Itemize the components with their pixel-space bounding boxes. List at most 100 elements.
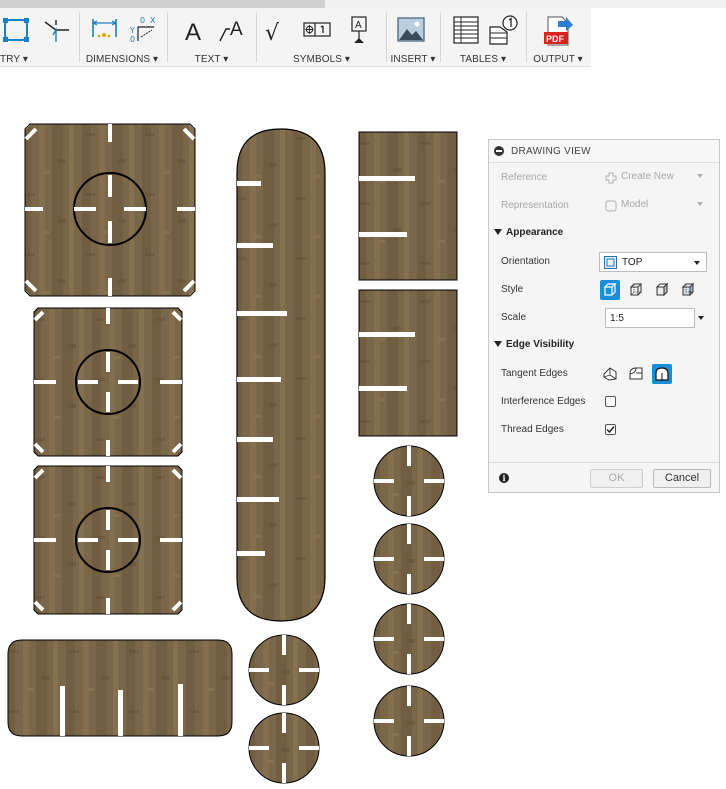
thread-edges-checkbox[interactable] [605, 424, 616, 435]
text-glyph: A [185, 19, 201, 45]
geometry-icons [0, 13, 79, 51]
scale-input[interactable]: 1:5 [605, 308, 695, 328]
representation-value: Model [621, 199, 649, 210]
interference-edges-checkbox[interactable] [605, 396, 616, 407]
square-panel [33, 307, 183, 457]
table-icon[interactable] [451, 15, 481, 45]
panel-title: DRAWING VIEW [511, 146, 591, 157]
tangent-full-length-icon[interactable] [626, 364, 646, 384]
text-icons: A A [170, 13, 253, 51]
representation-dropdown: Model [603, 192, 713, 220]
toolbar-group-geometry[interactable]: TRY ▾ [0, 8, 79, 67]
toolbar-separator [167, 12, 168, 62]
info-icon[interactable]: i [499, 473, 509, 483]
dimension-icon[interactable] [90, 15, 120, 45]
reference-row: Reference Create New [489, 164, 719, 192]
toolbar-group-text[interactable]: A A TEXT ▾ [170, 8, 253, 67]
output-icons: PDF [528, 13, 588, 51]
orientation-label: Orientation [501, 256, 550, 267]
surface-texture-icon[interactable]: √ [259, 15, 289, 46]
text-icon[interactable]: A [180, 15, 210, 46]
leader-text-icon[interactable]: A [216, 15, 246, 45]
interference-edges-row: Interference Edges [489, 388, 719, 416]
toolbar-group-insert[interactable]: INSERT ▾ [389, 8, 437, 67]
ok-button[interactable]: OK [590, 469, 643, 488]
chevron-down-icon [694, 261, 700, 265]
round-disc [373, 685, 445, 757]
round-disc [248, 634, 320, 706]
cancel-button[interactable]: Cancel [653, 469, 711, 488]
toolbar-group-dimensions[interactable]: 0 X Y 0 DIMENSIONS ▾ [82, 8, 162, 67]
group-label-insert: INSERT ▾ [390, 54, 436, 65]
plus-icon [605, 172, 617, 184]
title-strip [325, 0, 726, 8]
orientation-select[interactable]: TOP [599, 252, 707, 272]
pdf-output-icon[interactable]: PDF [542, 15, 573, 46]
balloon-icon[interactable] [487, 15, 518, 45]
insert-icons [389, 13, 437, 51]
toolbar-group-symbols[interactable]: √ A SYMBOLS ▾ [259, 8, 384, 67]
edge-visibility-title-text: Edge Visibility [506, 339, 575, 350]
datum-identifier-icon[interactable]: A [344, 15, 374, 45]
representation-row: Representation Model [489, 192, 719, 220]
expand-triangle-icon [494, 341, 502, 347]
rect-slotted-board [358, 131, 458, 281]
geometry-nodes-icon[interactable] [2, 15, 32, 45]
thread-edges-label: Thread Edges [501, 424, 564, 435]
leader-line-icon[interactable] [42, 15, 72, 45]
table-icons [443, 13, 523, 51]
toolbar-group-output[interactable]: PDF OUTPUT ▾ [528, 8, 588, 67]
toolbar-group-tables[interactable]: TABLES ▾ [443, 8, 523, 67]
drawing-view-panel: DRAWING VIEW Reference Create New Repres… [488, 139, 720, 493]
tangent-edges-row: Tangent Edges [489, 360, 719, 388]
symbol-icons: √ A [259, 13, 384, 51]
scale-row: Scale 1:5 [489, 304, 719, 332]
round-disc [373, 445, 445, 517]
group-label-tables: TABLES ▾ [459, 54, 507, 65]
representation-label: Representation [501, 200, 569, 211]
tab-strip [0, 0, 325, 8]
group-label-symbols: SYMBOLS ▾ [292, 54, 351, 65]
orientation-row: Orientation TOP [489, 248, 719, 276]
visible-hidden-edges-icon[interactable] [626, 280, 646, 300]
scale-dropdown-chevron-icon[interactable] [698, 316, 704, 320]
round-disc [373, 603, 445, 675]
reference-label: Reference [501, 172, 548, 183]
chevron-down-icon [697, 174, 703, 178]
leader-text-glyph: A [230, 19, 243, 40]
orientation-value: TOP [622, 257, 643, 268]
chevron-down-icon [697, 202, 703, 206]
tangent-off-icon[interactable] [600, 364, 620, 384]
slotted-board [7, 639, 233, 737]
tangent-shortened-icon[interactable] [652, 364, 672, 384]
pdf-badge: PDF [546, 34, 565, 44]
reference-value: Create New [621, 171, 674, 182]
round-disc [248, 712, 320, 784]
edge-visibility-title: Edge Visibility [494, 339, 574, 350]
feature-control-frame-icon[interactable] [301, 15, 331, 45]
interference-edges-label: Interference Edges [501, 396, 586, 407]
style-label: Style [501, 284, 524, 295]
collapse-icon[interactable] [494, 146, 504, 156]
tall-slotted-board [236, 128, 326, 622]
datum-glyph: A [355, 20, 362, 31]
appearance-section[interactable]: Appearance [489, 220, 719, 248]
svg-text:X: X [150, 16, 156, 25]
scale-value: 1:5 [610, 313, 624, 324]
group-label-text: TEXT ▾ [194, 54, 229, 65]
rect-slotted-board [358, 289, 458, 437]
top-view-icon [604, 256, 617, 269]
tangent-edges-label: Tangent Edges [501, 368, 568, 379]
group-label-dimensions: DIMENSIONS ▾ [85, 54, 159, 65]
group-label-output: OUTPUT ▾ [533, 54, 583, 65]
insert-image-icon[interactable] [396, 15, 426, 45]
panel-footer: i OK Cancel [489, 462, 719, 492]
toolbar-separator [440, 12, 441, 62]
svg-text:Y: Y [129, 26, 135, 35]
shaded-hidden-edges-icon[interactable] [678, 280, 698, 300]
visible-edges-icon[interactable] [600, 280, 620, 300]
shaded-icon[interactable] [652, 280, 672, 300]
ordinate-dimension-icon[interactable]: 0 X Y 0 [128, 15, 158, 45]
dimension-icons: 0 X Y 0 [82, 13, 162, 51]
edge-visibility-section[interactable]: Edge Visibility [489, 332, 719, 360]
